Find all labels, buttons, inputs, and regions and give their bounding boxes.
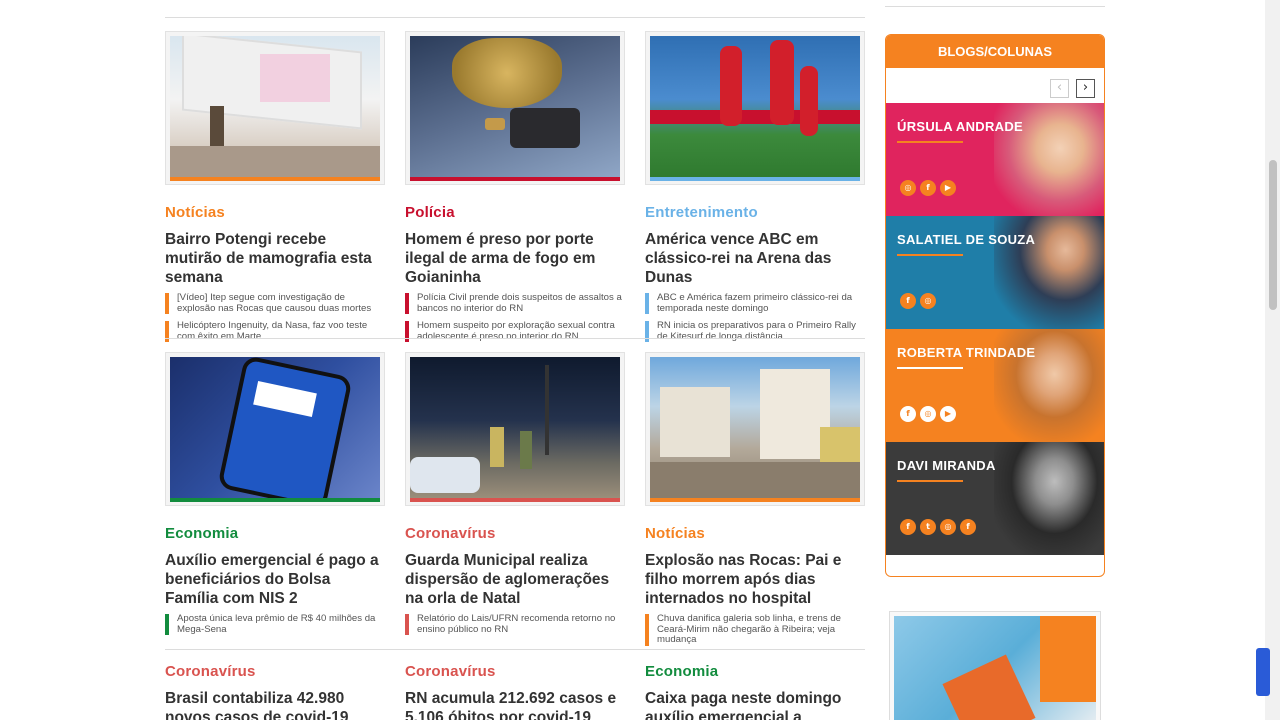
- columnist-roberta-trindade[interactable]: ROBERTA TRINDADE f ◎ ▶: [886, 329, 1104, 442]
- instagram-icon[interactable]: ◎: [920, 406, 936, 422]
- news-thumbnail[interactable]: [405, 352, 625, 506]
- facebook-icon[interactable]: f: [960, 519, 976, 535]
- news-category[interactable]: Coronavírus: [405, 525, 625, 542]
- news-thumbnail[interactable]: [645, 31, 865, 185]
- news-thumbnail[interactable]: [165, 352, 385, 506]
- news-headline[interactable]: Guarda Municipal realiza dispersão de ag…: [405, 551, 625, 608]
- instagram-icon[interactable]: ◎: [940, 519, 956, 535]
- page-scrollbar[interactable]: [1265, 0, 1280, 720]
- facebook-icon[interactable]: f: [900, 519, 916, 535]
- ad-banner[interactable]: [889, 611, 1101, 720]
- news-card[interactable]: Notícias Explosão nas Rocas: Pai e filho…: [645, 352, 865, 653]
- divider: [885, 6, 1105, 7]
- news-card[interactable]: Notícias Bairro Potengi recebe mutirão d…: [165, 31, 385, 349]
- facebook-icon[interactable]: f: [900, 406, 916, 422]
- related-link[interactable]: Chuva danifica galeria sob linha, e tren…: [645, 613, 865, 646]
- columnist-underline: [897, 141, 963, 143]
- facebook-icon[interactable]: f: [920, 180, 936, 196]
- instagram-icon[interactable]: ◎: [900, 180, 916, 196]
- news-category[interactable]: Notícias: [645, 525, 865, 542]
- blogs-carousel-nav: ‹ ›: [886, 68, 1104, 103]
- facebook-icon[interactable]: f: [900, 293, 916, 309]
- related-link[interactable]: Aposta única leva prêmio de R$ 40 milhõe…: [165, 613, 385, 635]
- youtube-icon[interactable]: ▶: [940, 406, 956, 422]
- news-thumbnail[interactable]: [165, 31, 385, 185]
- news-card[interactable]: Coronavírus Brasil contabiliza 42.980 no…: [165, 644, 385, 720]
- news-card[interactable]: Coronavírus RN acumula 212.692 casos e 5…: [405, 644, 625, 720]
- divider: [165, 338, 865, 339]
- columnist-underline: [897, 254, 963, 256]
- columnist-underline: [897, 480, 963, 482]
- news-category[interactable]: Coronavírus: [165, 663, 385, 680]
- news-headline[interactable]: Brasil contabiliza 42.980 novos casos de…: [165, 689, 385, 720]
- related-link[interactable]: Relatório do Lais/UFRN recomenda retorno…: [405, 613, 625, 635]
- columnist-salatiel-de-souza[interactable]: SALATIEL DE SOUZA f ◎: [886, 216, 1104, 329]
- news-headline[interactable]: Homem é preso por porte ilegal de arma d…: [405, 230, 625, 287]
- news-card[interactable]: Economia Auxílio emergencial é pago a be…: [165, 352, 385, 642]
- columnist-ursula-andrade[interactable]: ÚRSULA ANDRADE ◎ f ▶: [886, 103, 1104, 216]
- carousel-prev-button[interactable]: ‹: [1050, 79, 1069, 98]
- related-link[interactable]: ABC e América fazem primeiro clássico-re…: [645, 292, 865, 314]
- columnist-name[interactable]: ÚRSULA ANDRADE: [897, 119, 1023, 134]
- floating-widget-tab[interactable]: [1256, 648, 1270, 696]
- scrollbar-thumb[interactable]: [1269, 160, 1277, 310]
- instagram-icon[interactable]: ◎: [920, 293, 936, 309]
- news-headline[interactable]: Bairro Potengi recebe mutirão de mamogra…: [165, 230, 385, 287]
- news-card[interactable]: Coronavírus Guarda Municipal realiza dis…: [405, 352, 625, 642]
- columnist-photo: [994, 442, 1104, 555]
- related-link[interactable]: Polícia Civil prende dois suspeitos de a…: [405, 292, 625, 314]
- news-category[interactable]: Polícia: [405, 204, 625, 221]
- news-category[interactable]: Notícias: [165, 204, 385, 221]
- blogs-title: BLOGS/COLUNAS: [886, 35, 1104, 68]
- columnist-name[interactable]: ROBERTA TRINDADE: [897, 345, 1035, 360]
- news-headline[interactable]: RN acumula 212.692 casos e 5.106 óbitos …: [405, 689, 625, 720]
- news-category[interactable]: Economia: [165, 525, 385, 542]
- twitter-icon[interactable]: t: [920, 519, 936, 535]
- news-headline[interactable]: Explosão nas Rocas: Pai e filho morrem a…: [645, 551, 865, 608]
- related-link[interactable]: [Vídeo] Itep segue com investigação de e…: [165, 292, 385, 314]
- columnist-davi-miranda[interactable]: DAVI MIRANDA f t ◎ f: [886, 442, 1104, 555]
- news-card[interactable]: Economia Caixa paga neste domingo auxíli…: [645, 644, 865, 720]
- news-category[interactable]: Coronavírus: [405, 663, 625, 680]
- carousel-next-button[interactable]: ›: [1076, 79, 1095, 98]
- columnist-underline: [897, 367, 963, 369]
- news-category[interactable]: Entretenimento: [645, 204, 865, 221]
- youtube-icon[interactable]: ▶: [940, 180, 956, 196]
- news-thumbnail[interactable]: [405, 31, 625, 185]
- columnist-name[interactable]: DAVI MIRANDA: [897, 458, 996, 473]
- news-thumbnail[interactable]: [645, 352, 865, 506]
- news-category[interactable]: Economia: [645, 663, 865, 680]
- divider: [165, 17, 865, 18]
- news-headline[interactable]: América vence ABC em clássico-rei na Are…: [645, 230, 865, 287]
- columnist-name[interactable]: SALATIEL DE SOUZA: [897, 232, 1035, 247]
- news-card[interactable]: Entretenimento América vence ABC em clás…: [645, 31, 865, 349]
- news-headline[interactable]: Caixa paga neste domingo auxílio emergen…: [645, 689, 865, 720]
- news-headline[interactable]: Auxílio emergencial é pago a beneficiári…: [165, 551, 385, 608]
- news-card[interactable]: Polícia Homem é preso por porte ilegal d…: [405, 31, 625, 349]
- blogs-widget: BLOGS/COLUNAS ‹ › ÚRSULA ANDRADE ◎ f ▶ S…: [885, 34, 1105, 577]
